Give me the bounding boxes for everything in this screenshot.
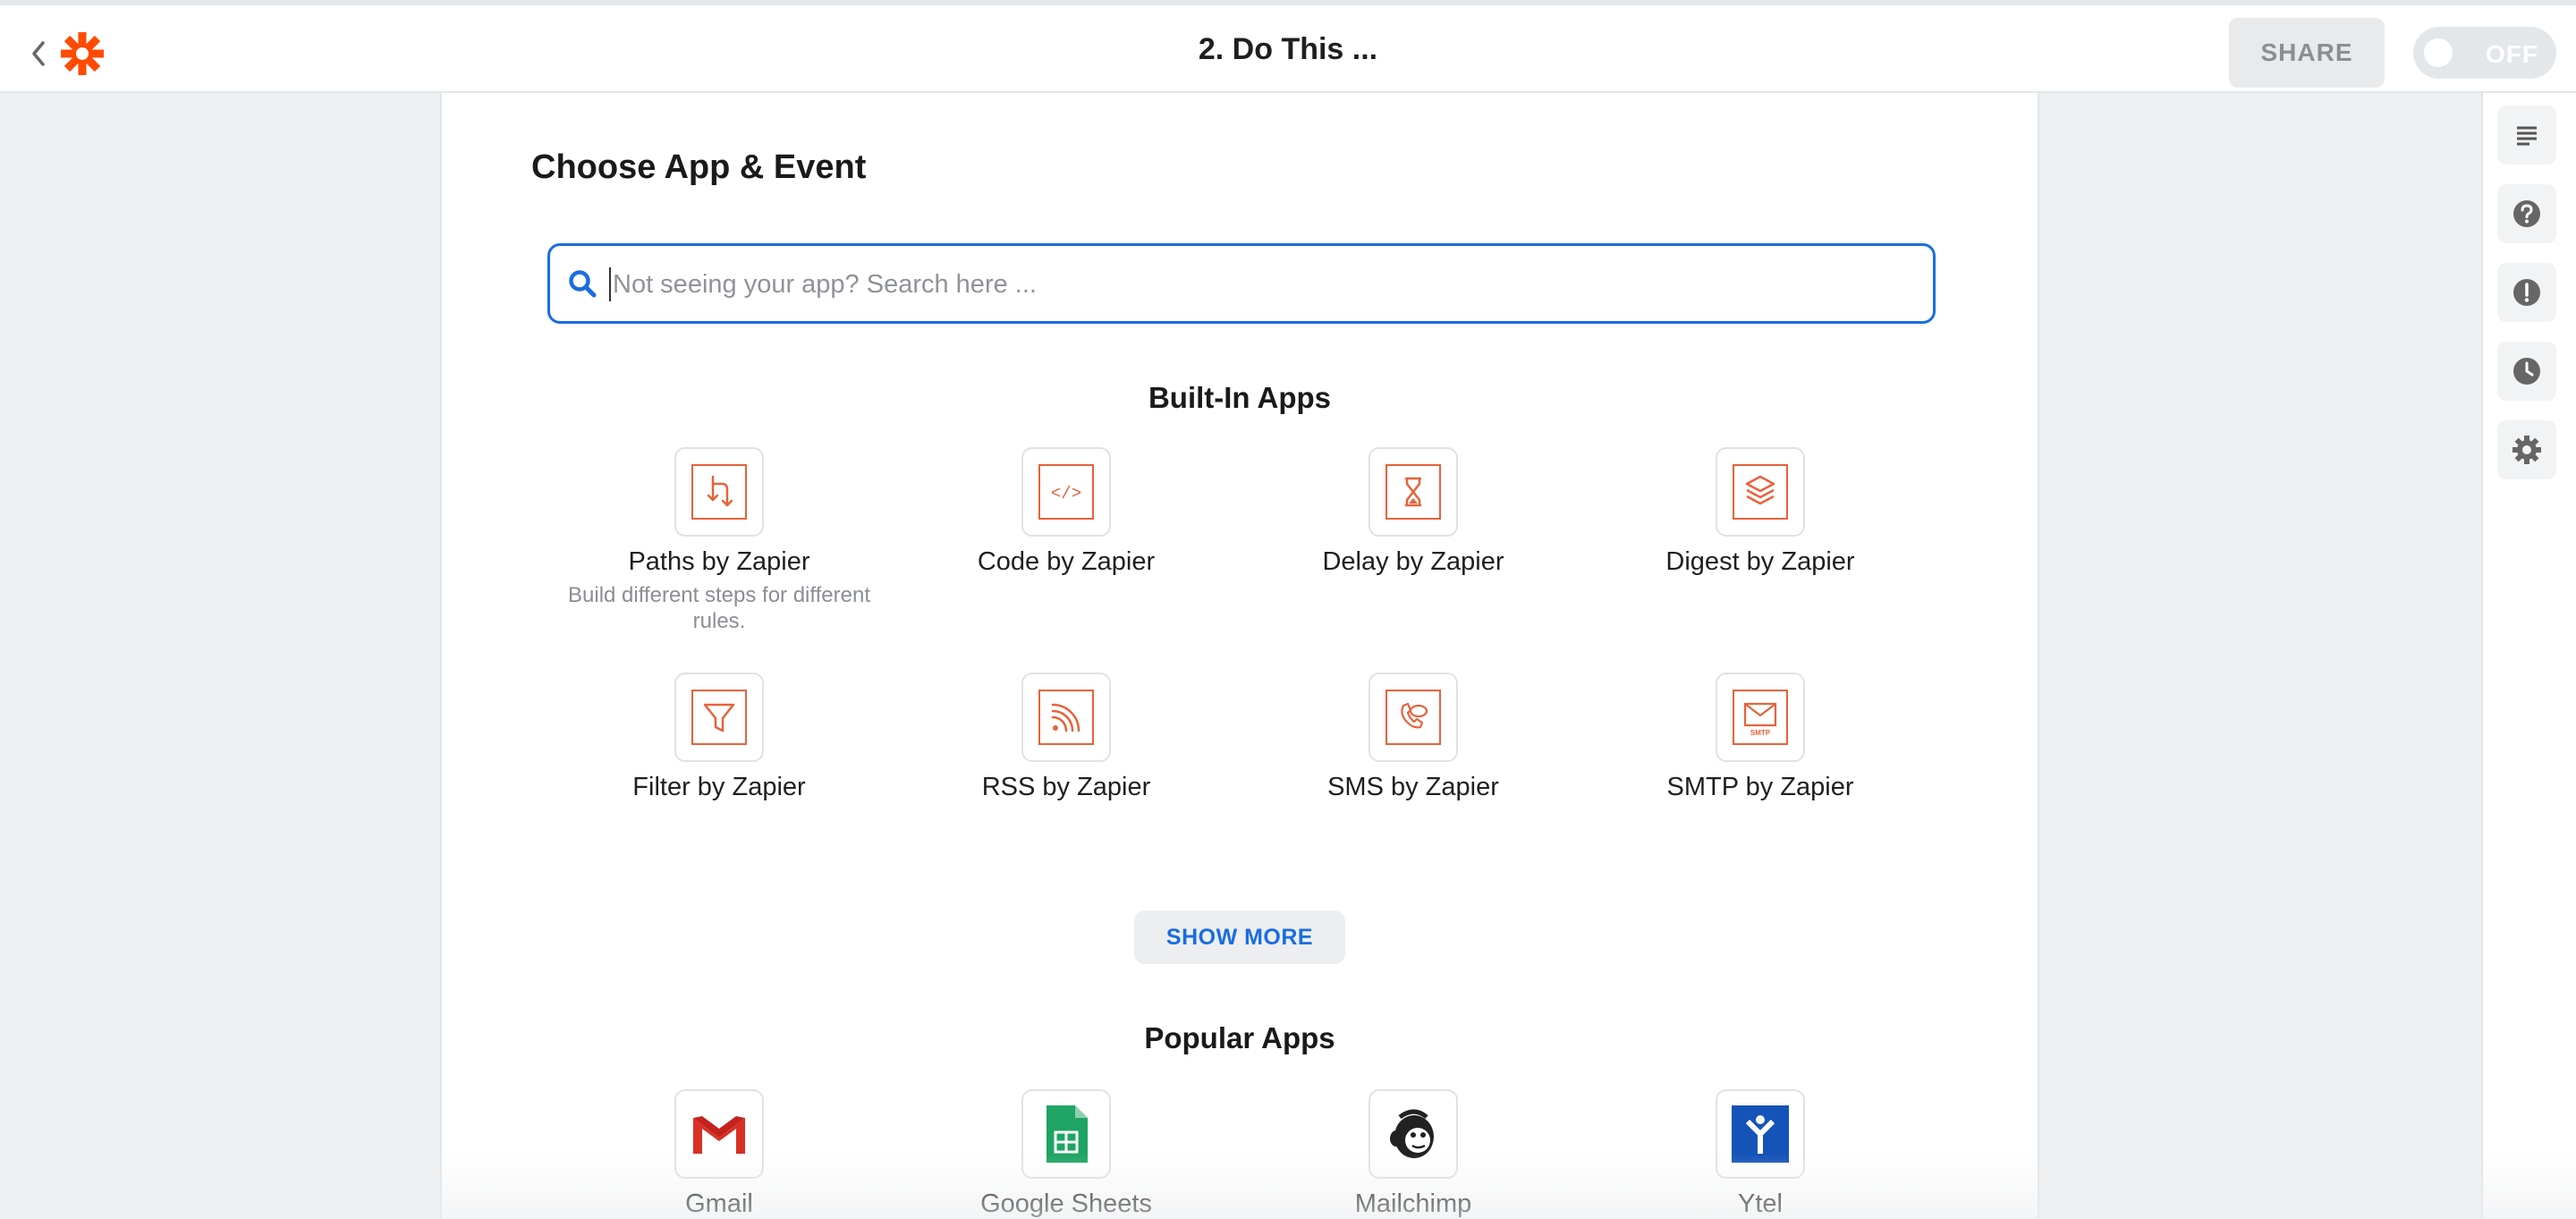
top-bar: 2. Do This ... SHARE OFF <box>0 0 2576 93</box>
panel-heading: Choose App & Event <box>531 148 867 186</box>
app-name: SMTP by Zapier <box>1666 773 1854 801</box>
app-gmail[interactable]: Gmail <box>567 1089 871 1219</box>
alert-icon[interactable] <box>2497 263 2556 322</box>
page-title: 2. Do This ... <box>1198 32 1378 66</box>
rss-icon <box>1021 673 1111 762</box>
app-mailchimp[interactable]: Mailchimp <box>1261 1089 1565 1219</box>
app-smtp-by-zapier[interactable]: SMTP SMTP by Zapier <box>1608 673 1912 802</box>
app-name: Filter by Zapier <box>632 773 806 801</box>
zap-on-off-toggle[interactable]: OFF <box>2413 27 2556 79</box>
app-name: RSS by Zapier <box>981 773 1151 801</box>
app-name: Delay by Zapier <box>1322 547 1504 576</box>
app-name: Gmail <box>685 1189 753 1218</box>
app-ytel[interactable]: Ytel <box>1608 1089 1912 1219</box>
zapier-logo-icon[interactable] <box>59 30 106 77</box>
sms-icon <box>1368 673 1458 762</box>
svg-text:SMTP: SMTP <box>1750 729 1771 737</box>
code-icon: </> <box>1021 447 1111 537</box>
google-sheets-icon <box>1021 1089 1111 1179</box>
app-digest-by-zapier[interactable]: Digest by Zapier <box>1608 447 1912 577</box>
svg-text:</>: </> <box>1051 484 1081 504</box>
hourglass-icon <box>1368 447 1458 537</box>
details-icon[interactable] <box>2497 106 2556 165</box>
popular-apps-title: Popular Apps <box>1144 1021 1335 1054</box>
app-delay-by-zapier[interactable]: Delay by Zapier <box>1261 447 1565 577</box>
app-name: SMS by Zapier <box>1327 773 1499 801</box>
app-rss-by-zapier[interactable]: RSS by Zapier <box>914 673 1218 802</box>
app-filter-by-zapier[interactable]: Filter by Zapier <box>567 673 871 802</box>
help-icon[interactable] <box>2497 184 2556 243</box>
app-name: Paths by Zapier <box>628 547 810 576</box>
layers-icon <box>1716 447 1805 537</box>
toggle-label: OFF <box>2486 40 2538 68</box>
filter-icon <box>674 673 764 762</box>
app-search-box[interactable] <box>547 243 1936 324</box>
settings-icon[interactable] <box>2497 420 2556 479</box>
search-icon <box>566 267 598 300</box>
ytel-icon <box>1716 1089 1805 1179</box>
app-name: Ytel <box>1738 1189 1783 1218</box>
share-button[interactable]: SHARE <box>2229 18 2385 88</box>
app-name: Google Sheets <box>980 1189 1152 1218</box>
smtp-mail-icon: SMTP <box>1716 673 1805 762</box>
app-name: Mailchimp <box>1354 1189 1472 1218</box>
app-paths-by-zapier[interactable]: Paths by Zapier Build different steps fo… <box>567 447 871 634</box>
right-sidebar <box>2481 93 2576 1218</box>
search-input[interactable] <box>611 257 1920 312</box>
mailchimp-icon <box>1368 1089 1458 1179</box>
back-chevron-icon[interactable] <box>25 36 52 72</box>
gmail-icon <box>674 1089 764 1179</box>
app-name: Digest by Zapier <box>1665 547 1855 576</box>
choose-app-panel: Choose App & Event Built-In Apps Paths b… <box>440 93 2039 1218</box>
toggle-knob <box>2424 38 2453 67</box>
app-description: Build different steps for different rule… <box>568 583 870 633</box>
built-in-apps-title: Built-In Apps <box>1148 381 1332 414</box>
app-sms-by-zapier[interactable]: SMS by Zapier <box>1261 673 1565 802</box>
paths-icon <box>674 447 764 537</box>
history-icon[interactable] <box>2497 342 2556 401</box>
app-google-sheets[interactable]: Google Sheets <box>914 1089 1218 1219</box>
app-name: Code by Zapier <box>977 547 1156 576</box>
show-more-button[interactable]: SHOW MORE <box>1134 910 1345 964</box>
app-code-by-zapier[interactable]: </> Code by Zapier <box>914 447 1218 577</box>
text-cursor <box>609 267 611 301</box>
